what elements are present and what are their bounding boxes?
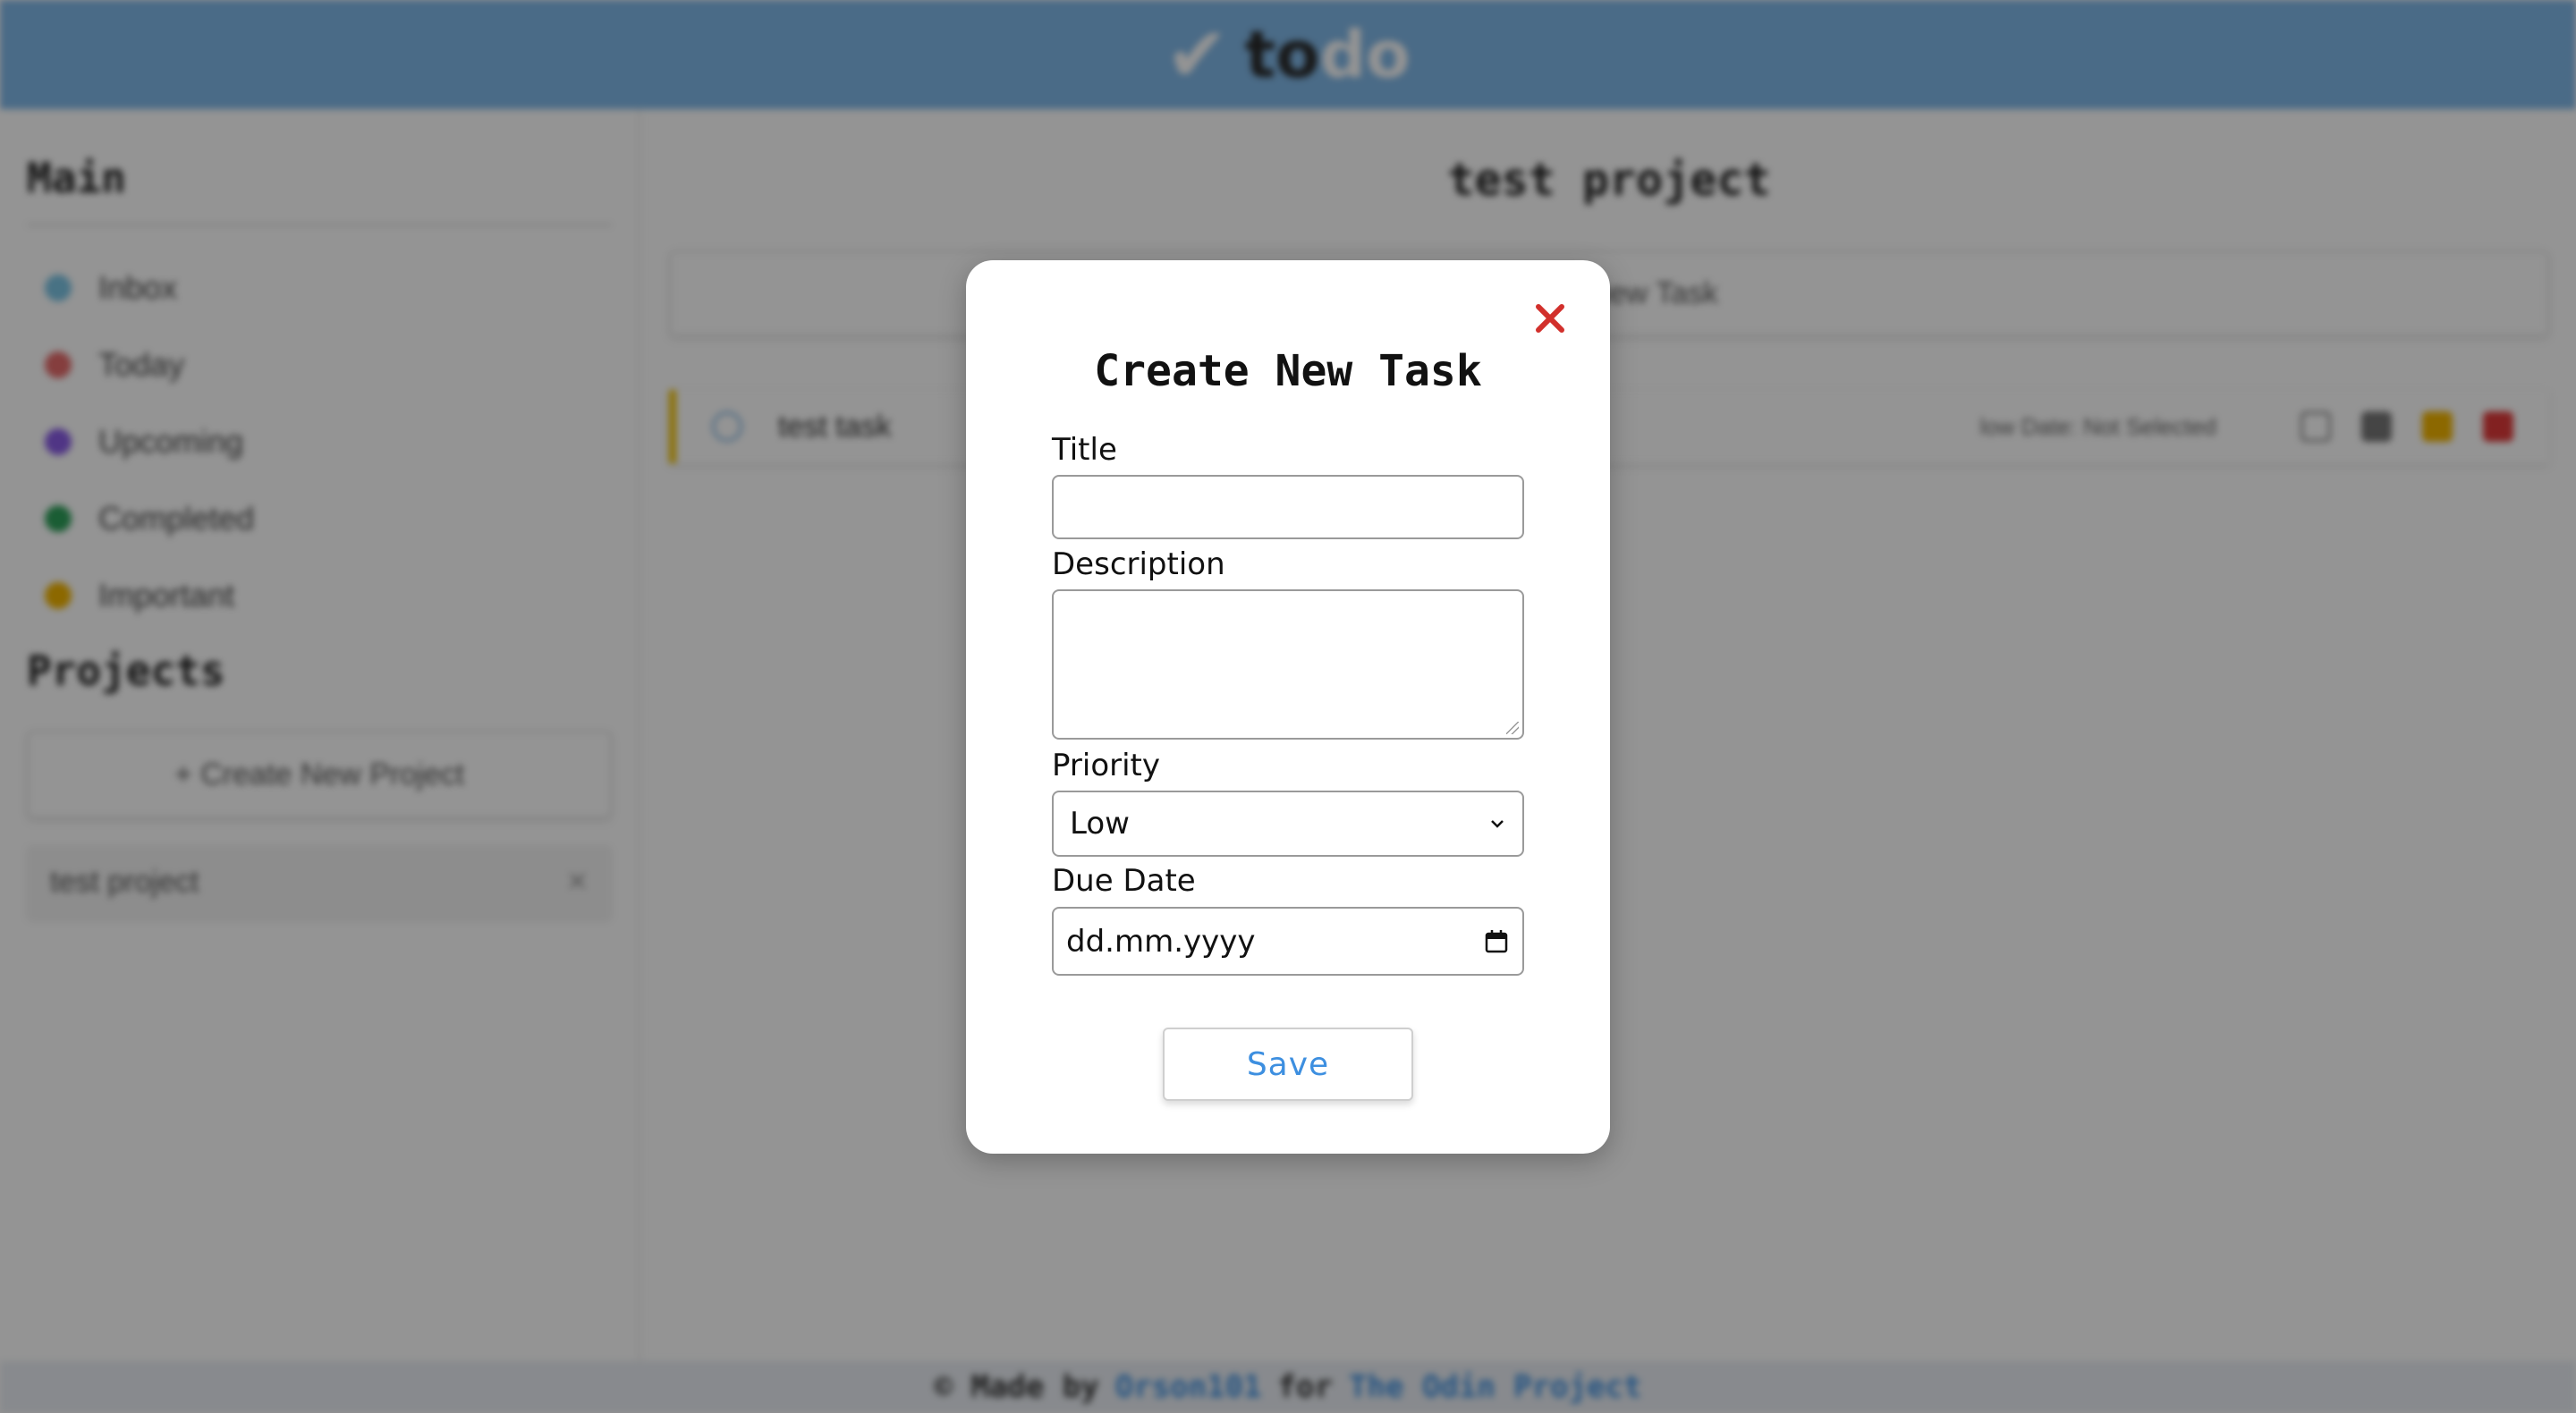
close-icon-svg bbox=[1536, 304, 1564, 333]
due-date-placeholder: dd.mm.yyyy bbox=[1066, 923, 1256, 960]
create-task-dialog: Create New Task Title Description Priori… bbox=[966, 260, 1610, 1154]
dialog-title: Create New Task bbox=[1094, 346, 1482, 396]
title-label: Title bbox=[1052, 432, 1117, 468]
chevron-down-icon bbox=[1491, 820, 1504, 828]
priority-select[interactable]: Low bbox=[1052, 791, 1524, 857]
description-textarea[interactable] bbox=[1054, 591, 1522, 738]
due-date-field[interactable]: dd.mm.yyyy bbox=[1052, 907, 1524, 976]
close-icon[interactable] bbox=[1528, 296, 1572, 341]
priority-selected-value: Low bbox=[1070, 806, 1130, 842]
description-field[interactable] bbox=[1052, 589, 1524, 740]
description-label: Description bbox=[1052, 546, 1225, 582]
title-field[interactable] bbox=[1052, 475, 1524, 539]
calendar-icon[interactable] bbox=[1483, 928, 1510, 955]
save-button[interactable]: Save bbox=[1163, 1028, 1413, 1101]
due-date-label: Due Date bbox=[1052, 863, 1196, 899]
resize-handle-icon[interactable] bbox=[1506, 722, 1519, 734]
priority-label: Priority bbox=[1052, 748, 1161, 783]
title-input[interactable] bbox=[1054, 477, 1522, 537]
